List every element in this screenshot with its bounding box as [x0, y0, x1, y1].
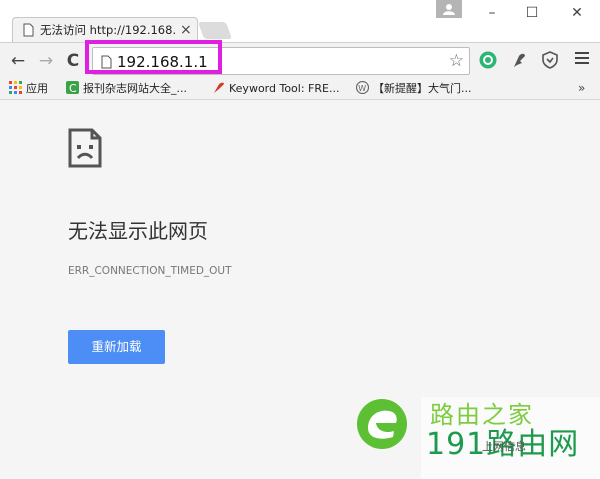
watermark-logo-icon [357, 399, 407, 449]
extension-feather-icon[interactable] [510, 51, 528, 69]
url-highlight-box [85, 40, 222, 74]
bookmark-reminder[interactable]: W 【新提醒】大气门... [356, 81, 472, 97]
red-feather-icon [214, 82, 224, 93]
extension-green-a-icon[interactable] [479, 51, 497, 69]
green-c-icon: C [66, 81, 79, 94]
bookmark-label: 【新提醒】大气门... [373, 82, 472, 95]
bookmark-label: Keyword Tool: FRE... [229, 82, 340, 95]
apps-grid-icon [9, 81, 22, 94]
error-title: 无法显示此网页 [68, 219, 208, 243]
profile-button[interactable] [436, 0, 462, 18]
tab-active[interactable]: 无法访问 http://192.168. × [12, 17, 198, 42]
close-window-button[interactable]: ✕ [562, 2, 592, 24]
tab-strip: 无法访问 http://192.168. × – ☐ ✕ [0, 0, 600, 42]
svg-text:C: C [69, 82, 77, 94]
extension-shield-icon[interactable] [541, 51, 559, 69]
bookmark-magazines[interactable]: C 报刊杂志网站大全_... [66, 81, 187, 97]
svg-text:W: W [358, 84, 366, 93]
back-button[interactable]: ← [9, 52, 27, 70]
tab-close-icon[interactable]: × [180, 22, 192, 38]
reload-button[interactable]: C [64, 52, 82, 70]
browser-window: 无法访问 http://192.168. × – ☐ ✕ ← → C 192.1… [0, 0, 600, 479]
minimize-button[interactable]: – [477, 2, 507, 24]
page-icon [23, 23, 34, 37]
bookmarks-bar: 应用 C 报刊杂志网站大全_... Keyword Tool: FRE... W… [0, 78, 600, 100]
error-code: ERR_CONNECTION_TIMED_OUT [68, 265, 232, 277]
tab-title: 无法访问 http://192.168. [40, 23, 177, 37]
new-tab-button[interactable] [197, 22, 233, 39]
watermark-sub: 上网信息 [482, 440, 526, 453]
bookmark-star-icon[interactable]: ☆ [449, 51, 464, 71]
chrome-menu-icon[interactable] [575, 52, 589, 67]
bookmark-apps[interactable]: 应用 [9, 81, 48, 97]
reload-page-button[interactable]: 重新加载 [68, 330, 165, 364]
sad-page-icon [68, 128, 102, 168]
bookmarks-overflow-button[interactable]: » [578, 81, 585, 95]
bookmark-label: 报刊杂志网站大全_... [83, 82, 187, 95]
bookmark-keyword-tool[interactable]: Keyword Tool: FRE... [212, 81, 339, 97]
forward-button[interactable]: → [37, 52, 55, 70]
bookmark-label: 应用 [26, 82, 48, 95]
person-icon [443, 4, 455, 15]
wordpress-icon: W [356, 81, 369, 94]
maximize-button[interactable]: ☐ [517, 2, 547, 24]
